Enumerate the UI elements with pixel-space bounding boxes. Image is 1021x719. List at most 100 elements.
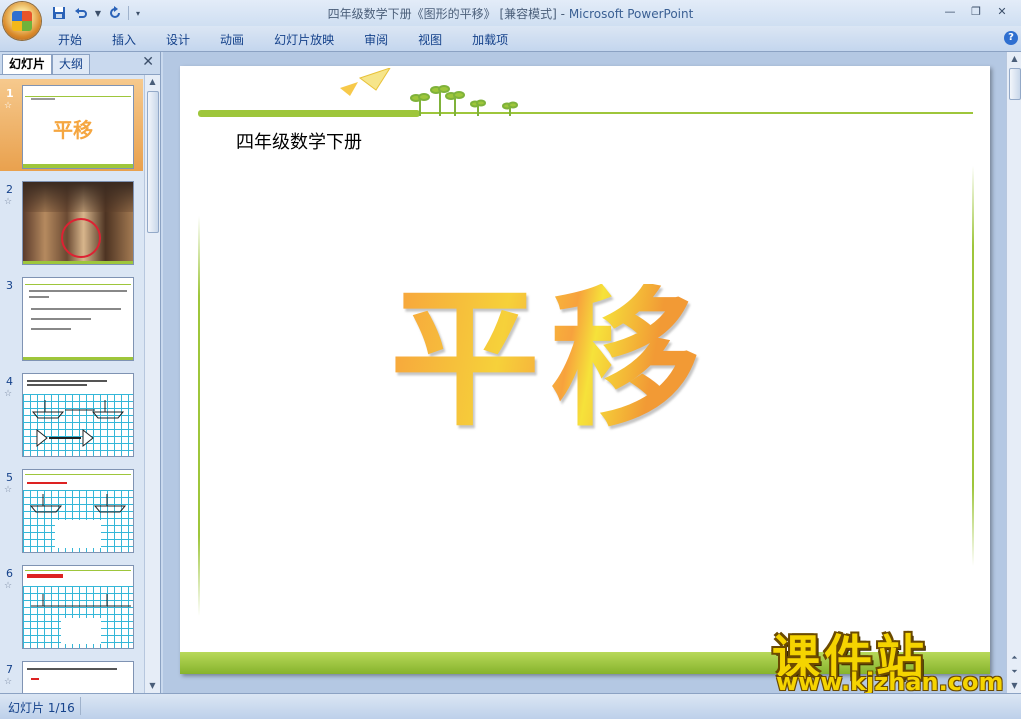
thumb-line — [25, 284, 131, 285]
close-pane-icon[interactable]: ✕ — [142, 54, 154, 70]
scroll-up-icon[interactable]: ▲ — [1007, 52, 1021, 66]
thumb-text-line — [27, 384, 87, 386]
slide-thumbnail-4[interactable]: 4 ☆ — [0, 367, 143, 459]
slide-preview — [22, 277, 134, 361]
ribbon-tabs: 开始 插入 设计 动画 幻灯片放映 审阅 视图 加载项 — [46, 31, 526, 48]
animation-star-icon: ☆ — [4, 677, 13, 687]
slide-preview — [22, 565, 134, 649]
thumb-text-line — [31, 308, 121, 310]
thumb-line — [25, 96, 131, 97]
thumb-shapes — [31, 400, 125, 448]
status-bar: 幻灯片 1/16 — [0, 693, 1021, 719]
office-logo-icon — [12, 11, 32, 31]
watermark-url: www.kjzhan.com — [776, 668, 1004, 696]
slide-thumbnail-3[interactable]: 3 — [0, 271, 143, 363]
scroll-thumb[interactable] — [1009, 68, 1021, 100]
animation-star-icon: ☆ — [4, 389, 13, 399]
slides-pane: 幻灯片 大纲 ✕ 1 ☆ 平移 2 ☆ 3 4 ☆ 5 ☆ 6 ☆ 7 ☆ ▲ … — [0, 52, 161, 693]
thumb-line — [25, 570, 131, 571]
window-controls: — ❐ ✕ — [937, 2, 1015, 20]
tab-design[interactable]: 设计 — [154, 31, 202, 48]
next-slide-icon[interactable]: ⏷ — [1007, 665, 1021, 679]
thumb-shapes — [29, 494, 127, 548]
tab-slides[interactable]: 幻灯片 — [2, 54, 53, 74]
slide-preview: 平移 — [22, 85, 134, 169]
slide-number: 5 — [6, 471, 13, 484]
title-bar: ▼ ▾ 四年级数学下册《图形的平移》 [兼容模式] - Microsoft Po… — [0, 0, 1021, 40]
thumb-title: 平移 — [53, 118, 93, 142]
thumb-line — [25, 474, 131, 475]
scroll-up-icon[interactable]: ▲ — [145, 75, 160, 89]
decoration-sprouts — [340, 68, 518, 116]
thumb-text-line — [31, 328, 71, 330]
thumb-text-line — [27, 668, 117, 670]
minimize-icon[interactable]: — — [937, 2, 963, 20]
previous-slide-icon[interactable]: ⏶ — [1007, 651, 1021, 665]
slide-thumbnail-1[interactable]: 1 ☆ 平移 — [0, 79, 143, 171]
slide-title[interactable]: 平移 — [390, 284, 710, 434]
thumb-bottom-bar — [23, 357, 133, 360]
tab-insert[interactable]: 插入 — [100, 31, 148, 48]
tab-add-ins[interactable]: 加载项 — [460, 31, 520, 48]
ribbon-tab-row: 开始 插入 设计 动画 幻灯片放映 审阅 视图 加载项 ? — [0, 26, 1021, 52]
thumb-photo-ceiling — [23, 182, 133, 212]
animation-star-icon: ☆ — [4, 197, 13, 207]
thumb-text-line — [31, 318, 91, 320]
tab-review[interactable]: 审阅 — [352, 31, 400, 48]
main-scrollbar[interactable]: ▲ ⏶ ⏷ ▼ — [1006, 52, 1021, 693]
thumbnail-scrollbar[interactable]: ▲ ▼ — [144, 75, 160, 693]
slide-preview — [22, 373, 134, 457]
slide-thumbnail-7[interactable]: 7 ☆ — [0, 655, 143, 693]
right-accent-line — [972, 166, 974, 566]
slide-thumbnail-6[interactable]: 6 ☆ — [0, 559, 143, 651]
thumb-text-line — [27, 574, 63, 578]
animation-star-icon: ☆ — [4, 101, 13, 111]
tab-animations[interactable]: 动画 — [208, 31, 256, 48]
slide-editing-area: 四年级数学下册 平移 — [163, 52, 1006, 693]
slide-number: 2 — [6, 183, 13, 196]
thumb-text-line — [29, 290, 127, 292]
slide-number: 4 — [6, 375, 13, 388]
animation-star-icon: ☆ — [4, 485, 13, 495]
close-icon[interactable]: ✕ — [989, 2, 1015, 20]
document-title: 四年级数学下册《图形的平移》 [兼容模式] - — [327, 7, 569, 21]
app-name: Microsoft PowerPoint — [568, 7, 694, 21]
tab-view[interactable]: 视图 — [406, 31, 454, 48]
scroll-down-icon[interactable]: ▼ — [1007, 679, 1021, 693]
thumb-shapes — [31, 594, 131, 644]
thumb-text-line — [31, 678, 39, 680]
restore-icon[interactable]: ❐ — [963, 2, 989, 20]
slide-position-status: 幻灯片 1/16 — [8, 701, 75, 715]
thumb-text-line — [27, 380, 107, 382]
office-button[interactable] — [3, 2, 41, 40]
slide-number: 1 — [6, 87, 14, 100]
slide-header-text[interactable]: 四年级数学下册 — [236, 128, 362, 154]
thumb-header-text — [31, 98, 55, 100]
slide-number: 3 — [6, 279, 13, 292]
help-icon[interactable]: ? — [1004, 31, 1018, 45]
slide-thumbnails: 1 ☆ 平移 2 ☆ 3 4 ☆ 5 ☆ 6 ☆ 7 ☆ — [0, 75, 143, 693]
slide-number: 7 — [6, 663, 13, 676]
slide-number: 6 — [6, 567, 13, 580]
thumb-bottom-bar — [23, 164, 133, 168]
left-accent-line — [198, 216, 200, 616]
thumb-text-line — [27, 482, 67, 484]
slide-preview — [22, 469, 134, 553]
scroll-thumb[interactable] — [147, 91, 159, 233]
thumb-bottom-bar — [23, 261, 133, 264]
slide-preview — [22, 181, 134, 265]
watermark: 课件站 www.kjzhan.com — [772, 618, 1004, 698]
tab-home[interactable]: 开始 — [46, 31, 94, 48]
slide-thumbnail-5[interactable]: 5 ☆ — [0, 463, 143, 555]
current-slide[interactable]: 四年级数学下册 平移 — [180, 66, 990, 674]
tab-outline[interactable]: 大纲 — [52, 54, 91, 74]
thumb-photo-circle — [61, 218, 101, 258]
scroll-down-icon[interactable]: ▼ — [145, 679, 160, 693]
tab-slide-show[interactable]: 幻灯片放映 — [262, 31, 346, 48]
slide-thumbnail-2[interactable]: 2 ☆ — [0, 175, 143, 267]
thumb-text-line — [29, 296, 49, 298]
slide-top-line — [198, 110, 973, 117]
slide-preview — [22, 661, 134, 693]
status-separator — [80, 697, 81, 715]
animation-star-icon: ☆ — [4, 581, 13, 591]
